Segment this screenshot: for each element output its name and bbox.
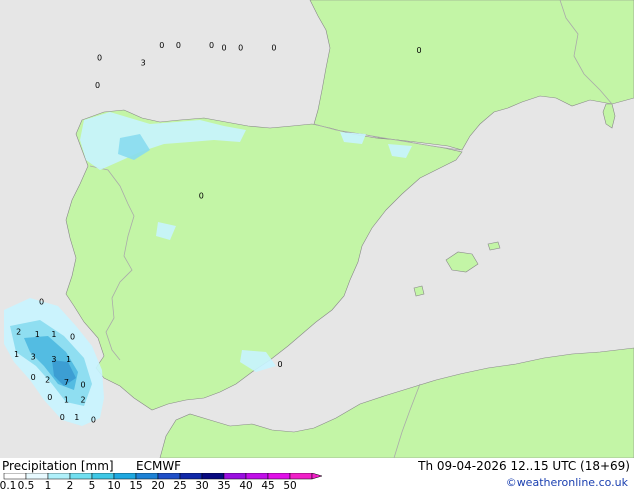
precip-label: 3 [31, 353, 36, 362]
color-scale-ticks: 0.1 0.5 1 2 5 10 15 20 25 30 35 40 45 50 [0, 480, 297, 490]
precip-label: 0 [271, 43, 276, 52]
precip-label: 1 [35, 330, 40, 339]
precip-label: 3 [141, 58, 146, 67]
map-footer: Precipitation [mm] ECMWF Th 09-04-2026 1… [0, 458, 634, 490]
scale-swatch [267, 473, 291, 480]
precip-label: 0 [95, 81, 100, 90]
precipitation-map[interactable]: 0 0 0 0 0 0 0030002 1 1 01 3 3 10 2 7 00 1 20 1 00 [0, 0, 634, 458]
precip-label: 0 [238, 43, 243, 52]
precip-label: 3 [51, 355, 56, 364]
precip-label: 0 [199, 192, 204, 201]
scale-tick-label: 35 [217, 480, 230, 490]
precip-label: 0 [176, 41, 181, 50]
precip-label: 2 [80, 395, 85, 404]
precip-label: 1 [74, 413, 79, 422]
scale-tick-label: 40 [239, 480, 252, 490]
scale-swatch [69, 473, 93, 480]
scale-tick-label: 1 [45, 480, 52, 490]
color-scale-legend: 0.1 0.5 1 2 5 10 15 20 25 30 35 40 45 50 [0, 473, 323, 490]
scale-swatch [201, 473, 225, 480]
precip-label: 0 [47, 393, 52, 402]
precip-label: 0 [80, 380, 85, 389]
precip-label: 0 [417, 46, 422, 55]
precip-label: 1 [51, 330, 56, 339]
precip-label: 0 [91, 416, 96, 425]
scale-swatch [91, 473, 115, 480]
scale-tick-label: 30 [195, 480, 208, 490]
precip-label: 2 [16, 328, 21, 337]
forecast-datetime: Th 09-04-2026 12..15 UTC (18+69) [418, 459, 630, 473]
scale-swatch [245, 473, 269, 480]
scale-tick-label: 15 [129, 480, 142, 490]
precip-label: 0 [278, 360, 283, 369]
precip-label: 0 [70, 333, 75, 342]
land-ibiza [413, 285, 425, 297]
precip-label: 0 [39, 297, 44, 306]
precip-label: 2 [45, 375, 50, 384]
scale-swatch [25, 473, 49, 480]
precip-label: 0 [222, 43, 227, 52]
scale-swatch [179, 473, 203, 480]
scale-swatch [47, 473, 71, 480]
scale-tick-label: 10 [107, 480, 120, 490]
color-scale-swatches [3, 473, 323, 480]
map-title: Precipitation [mm] [2, 459, 114, 473]
scale-swatch [289, 473, 313, 480]
scale-swatch [135, 473, 159, 480]
precip-label: 0 [97, 53, 102, 62]
scale-tick-label: 25 [173, 480, 186, 490]
weather-map-page: 0000000030002110133102700120100 Precipit… [0, 0, 634, 490]
precip-label: 1 [66, 355, 71, 364]
scale-swatch [157, 473, 181, 480]
scale-swatch [113, 473, 137, 480]
scale-swatch [223, 473, 247, 480]
model-name: ECMWF [136, 459, 182, 473]
scale-tick-label: 5 [89, 480, 96, 490]
scale-tick-label: 0.5 [18, 480, 35, 490]
precip-label: 0 [31, 373, 36, 382]
scale-swatch [3, 473, 27, 480]
precip-label: 1 [64, 395, 69, 404]
scale-overflow-arrow [311, 473, 323, 480]
precip-label: 0 [159, 41, 164, 50]
precip-label: 7 [64, 378, 69, 387]
scale-tick-label: 0.1 [0, 480, 16, 490]
precip-label: 1 [14, 350, 19, 359]
precip-label: 0 [209, 41, 214, 50]
precip-label: 0 [60, 413, 65, 422]
scale-tick-label: 2 [67, 480, 74, 490]
scale-tick-label: 20 [151, 480, 164, 490]
credit-link[interactable]: ©weatheronline.co.uk [506, 476, 628, 490]
scale-tick-label: 45 [261, 480, 274, 490]
scale-tick-label: 50 [283, 480, 296, 490]
